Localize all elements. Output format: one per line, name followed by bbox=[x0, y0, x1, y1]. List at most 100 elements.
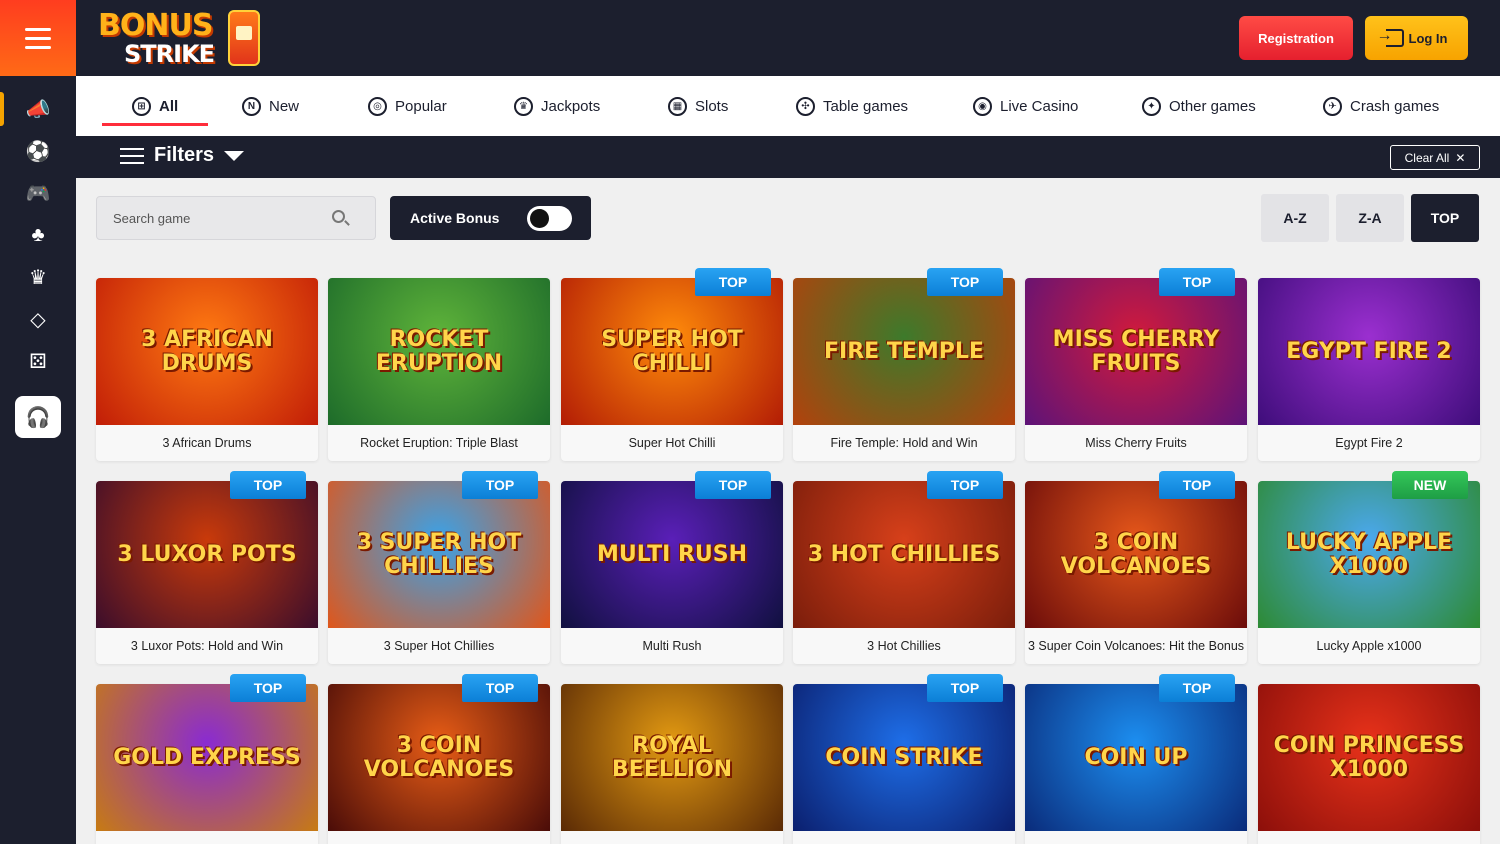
game-thumbnail[interactable]: 3 Coin Volcanoes bbox=[1025, 481, 1247, 628]
game-name[interactable]: Rocket Eruption: Triple Blast bbox=[328, 425, 550, 461]
game-card[interactable]: Coin Princess x1000 bbox=[1258, 684, 1480, 844]
game-name[interactable]: 3 Luxor Pots: Hold and Win bbox=[96, 628, 318, 664]
game-thumbnail[interactable]: Royal Beellion bbox=[561, 684, 783, 831]
game-name[interactable]: Multi Rush bbox=[561, 628, 783, 664]
category-nav: ⊞ All N New ◎ Popular ♛ Jackpots ▦ Slots ✣ Table ga… bbox=[76, 76, 1500, 136]
tab-label: Crash games bbox=[1350, 97, 1440, 115]
sidebar-sports-icon[interactable]: ⚽ bbox=[0, 130, 76, 172]
game-thumbnail[interactable]: Super Hot Chilli bbox=[561, 278, 783, 425]
sidebar-promotions-icon[interactable]: 📣 bbox=[0, 88, 76, 130]
sidebar-games-icon[interactable]: 🎮 bbox=[0, 172, 76, 214]
registration-button[interactable]: Registration bbox=[1239, 16, 1353, 60]
game-card[interactable]: Egypt Fire 2 Egypt Fire 2 bbox=[1258, 278, 1480, 461]
login-button[interactable]: Log In bbox=[1365, 16, 1468, 60]
tab-other-games[interactable]: ✦ Other games bbox=[1142, 76, 1256, 136]
slot-machine-icon bbox=[228, 10, 260, 66]
game-art-title: Coin Princess x1000 bbox=[1273, 733, 1465, 782]
game-thumbnail[interactable]: 3 Super Hot Chillies bbox=[328, 481, 550, 628]
active-bonus-label: Active Bonus bbox=[410, 210, 500, 226]
live-casino-icon: ◉ bbox=[973, 96, 992, 116]
game-art-title: Gold Express bbox=[113, 744, 301, 770]
game-name[interactable]: 3 Super Coin Volcanoes: Hit the Bonus bbox=[1025, 628, 1247, 664]
sidebar-crown-icon[interactable]: ♛ bbox=[0, 256, 76, 298]
game-thumbnail[interactable]: Fire Temple bbox=[793, 278, 1015, 425]
game-card[interactable]: Royal Beellion bbox=[561, 684, 783, 844]
game-art-title: 3 Coin Volcanoes bbox=[1060, 530, 1212, 579]
search-icon[interactable] bbox=[332, 210, 345, 223]
game-thumbnail[interactable]: Gold Express bbox=[96, 684, 318, 831]
hamburger-icon bbox=[25, 25, 51, 52]
tab-slots[interactable]: ▦ Slots bbox=[668, 76, 728, 136]
brand-logo[interactable]: BONUS STRIKE bbox=[98, 8, 268, 68]
tab-popular[interactable]: ◎ Popular bbox=[368, 76, 447, 136]
top-header: BONUS STRIKE Registration Log In bbox=[76, 0, 1500, 76]
game-name[interactable]: Egypt Fire 2 bbox=[1258, 425, 1480, 461]
game-name[interactable]: Miss Cherry Fruits bbox=[1025, 425, 1247, 461]
active-bonus-toggle[interactable] bbox=[527, 206, 572, 231]
game-art-title: Egypt Fire 2 bbox=[1286, 338, 1452, 364]
tab-all[interactable]: ⊞ All bbox=[101, 76, 209, 136]
game-thumbnail[interactable]: Rocket Eruption bbox=[328, 278, 550, 425]
table-games-icon: ✣ bbox=[796, 96, 815, 116]
game-name[interactable]: Super Hot Chilli bbox=[561, 425, 783, 461]
tab-jackpots[interactable]: ♛ Jackpots bbox=[514, 76, 600, 136]
filters-toggle[interactable]: Filters bbox=[120, 144, 245, 167]
game-card[interactable]: 3 Coin Volcanoes TOP bbox=[328, 674, 550, 844]
sidebar-clover-icon[interactable]: ♣ bbox=[0, 214, 76, 256]
game-thumbnail[interactable]: 3 Hot Chillies bbox=[793, 481, 1015, 628]
tab-label: New bbox=[269, 97, 300, 115]
game-thumbnail[interactable]: Miss Cherry Fruits bbox=[1025, 278, 1247, 425]
game-card[interactable]: 3 African Drums 3 African Drums bbox=[96, 278, 318, 461]
game-card[interactable]: Multi Rush TOP Multi Rush bbox=[561, 471, 783, 664]
tab-label: All bbox=[159, 97, 179, 115]
game-card[interactable]: Gold Express TOP bbox=[96, 674, 318, 844]
new-icon: N bbox=[242, 96, 261, 116]
game-name[interactable]: Fire Temple: Hold and Win bbox=[793, 425, 1015, 461]
game-name[interactable]: Lucky Apple x1000 bbox=[1258, 628, 1480, 664]
game-card[interactable]: Rocket Eruption Rocket Eruption: Triple B… bbox=[328, 278, 550, 461]
game-thumbnail[interactable]: 3 Coin Volcanoes bbox=[328, 684, 550, 831]
clear-all-button[interactable]: Clear All ✕ bbox=[1390, 145, 1480, 170]
sidebar-diamond-icon[interactable]: ◇ bbox=[0, 298, 76, 340]
game-art-title: 3 African Drums bbox=[141, 327, 273, 376]
tab-crash-games[interactable]: ✈ Crash games bbox=[1323, 76, 1439, 136]
support-headset-icon[interactable]: 🎧 bbox=[15, 396, 61, 438]
top-badge: TOP bbox=[927, 268, 1003, 296]
game-thumbnail[interactable]: Lucky Apple x1000 bbox=[1258, 481, 1480, 628]
game-card[interactable]: 3 Super Hot Chillies TOP 3 Super Hot Chill… bbox=[328, 471, 550, 664]
game-thumbnail[interactable]: 3 African Drums bbox=[96, 278, 318, 425]
top-badge: TOP bbox=[462, 471, 538, 499]
game-name[interactable]: 3 Super Hot Chillies bbox=[328, 628, 550, 664]
tab-table-games[interactable]: ✣ Table games bbox=[796, 76, 908, 136]
sort-za-button[interactable]: Z-A bbox=[1336, 194, 1404, 242]
game-thumbnail[interactable]: Coin Princess x1000 bbox=[1258, 684, 1480, 831]
game-art-title: 3 Coin Volcanoes bbox=[363, 733, 515, 782]
game-thumbnail[interactable]: Egypt Fire 2 bbox=[1258, 278, 1480, 425]
search-input[interactable] bbox=[97, 197, 327, 239]
game-card[interactable]: Lucky Apple x1000 NEW Lucky Apple x1000 bbox=[1258, 471, 1480, 664]
game-thumbnail[interactable]: Multi Rush bbox=[561, 481, 783, 628]
game-thumbnail[interactable]: Coin Strike bbox=[793, 684, 1015, 831]
tab-live-casino[interactable]: ◉ Live Casino bbox=[973, 76, 1078, 136]
game-name[interactable]: 3 African Drums bbox=[96, 425, 318, 461]
sidebar-dice-icon[interactable]: ⚄ bbox=[0, 340, 76, 382]
game-card[interactable]: Coin Up TOP bbox=[1025, 674, 1247, 844]
game-thumbnail[interactable]: Coin Up bbox=[1025, 684, 1247, 831]
caret-down-icon bbox=[224, 150, 245, 161]
game-card[interactable]: Super Hot Chilli TOP Super Hot Chilli bbox=[561, 268, 783, 461]
game-name[interactable]: 3 Hot Chillies bbox=[793, 628, 1015, 664]
game-card[interactable]: Coin Strike TOP bbox=[793, 674, 1015, 844]
tab-new[interactable]: N New bbox=[242, 76, 299, 136]
menu-button[interactable] bbox=[0, 0, 76, 76]
top-badge: TOP bbox=[1159, 268, 1235, 296]
game-card[interactable]: 3 Coin Volcanoes TOP 3 Super Coin Volcanoe… bbox=[1025, 471, 1247, 664]
clear-all-label: Clear All bbox=[1404, 150, 1450, 165]
game-thumbnail[interactable]: 3 Luxor Pots bbox=[96, 481, 318, 628]
game-card[interactable]: Miss Cherry Fruits TOP Miss Cherry Fruits bbox=[1025, 268, 1247, 461]
game-card[interactable]: 3 Luxor Pots TOP 3 Luxor Pots: Hold and Wi… bbox=[96, 471, 318, 664]
sort-az-button[interactable]: A-Z bbox=[1261, 194, 1329, 242]
game-card[interactable]: Fire Temple TOP Fire Temple: Hold and Win bbox=[793, 268, 1015, 461]
game-card[interactable]: 3 Hot Chillies TOP 3 Hot Chillies bbox=[793, 471, 1015, 664]
sort-top-button[interactable]: TOP bbox=[1411, 194, 1479, 242]
crash-games-icon: ✈ bbox=[1323, 96, 1342, 116]
